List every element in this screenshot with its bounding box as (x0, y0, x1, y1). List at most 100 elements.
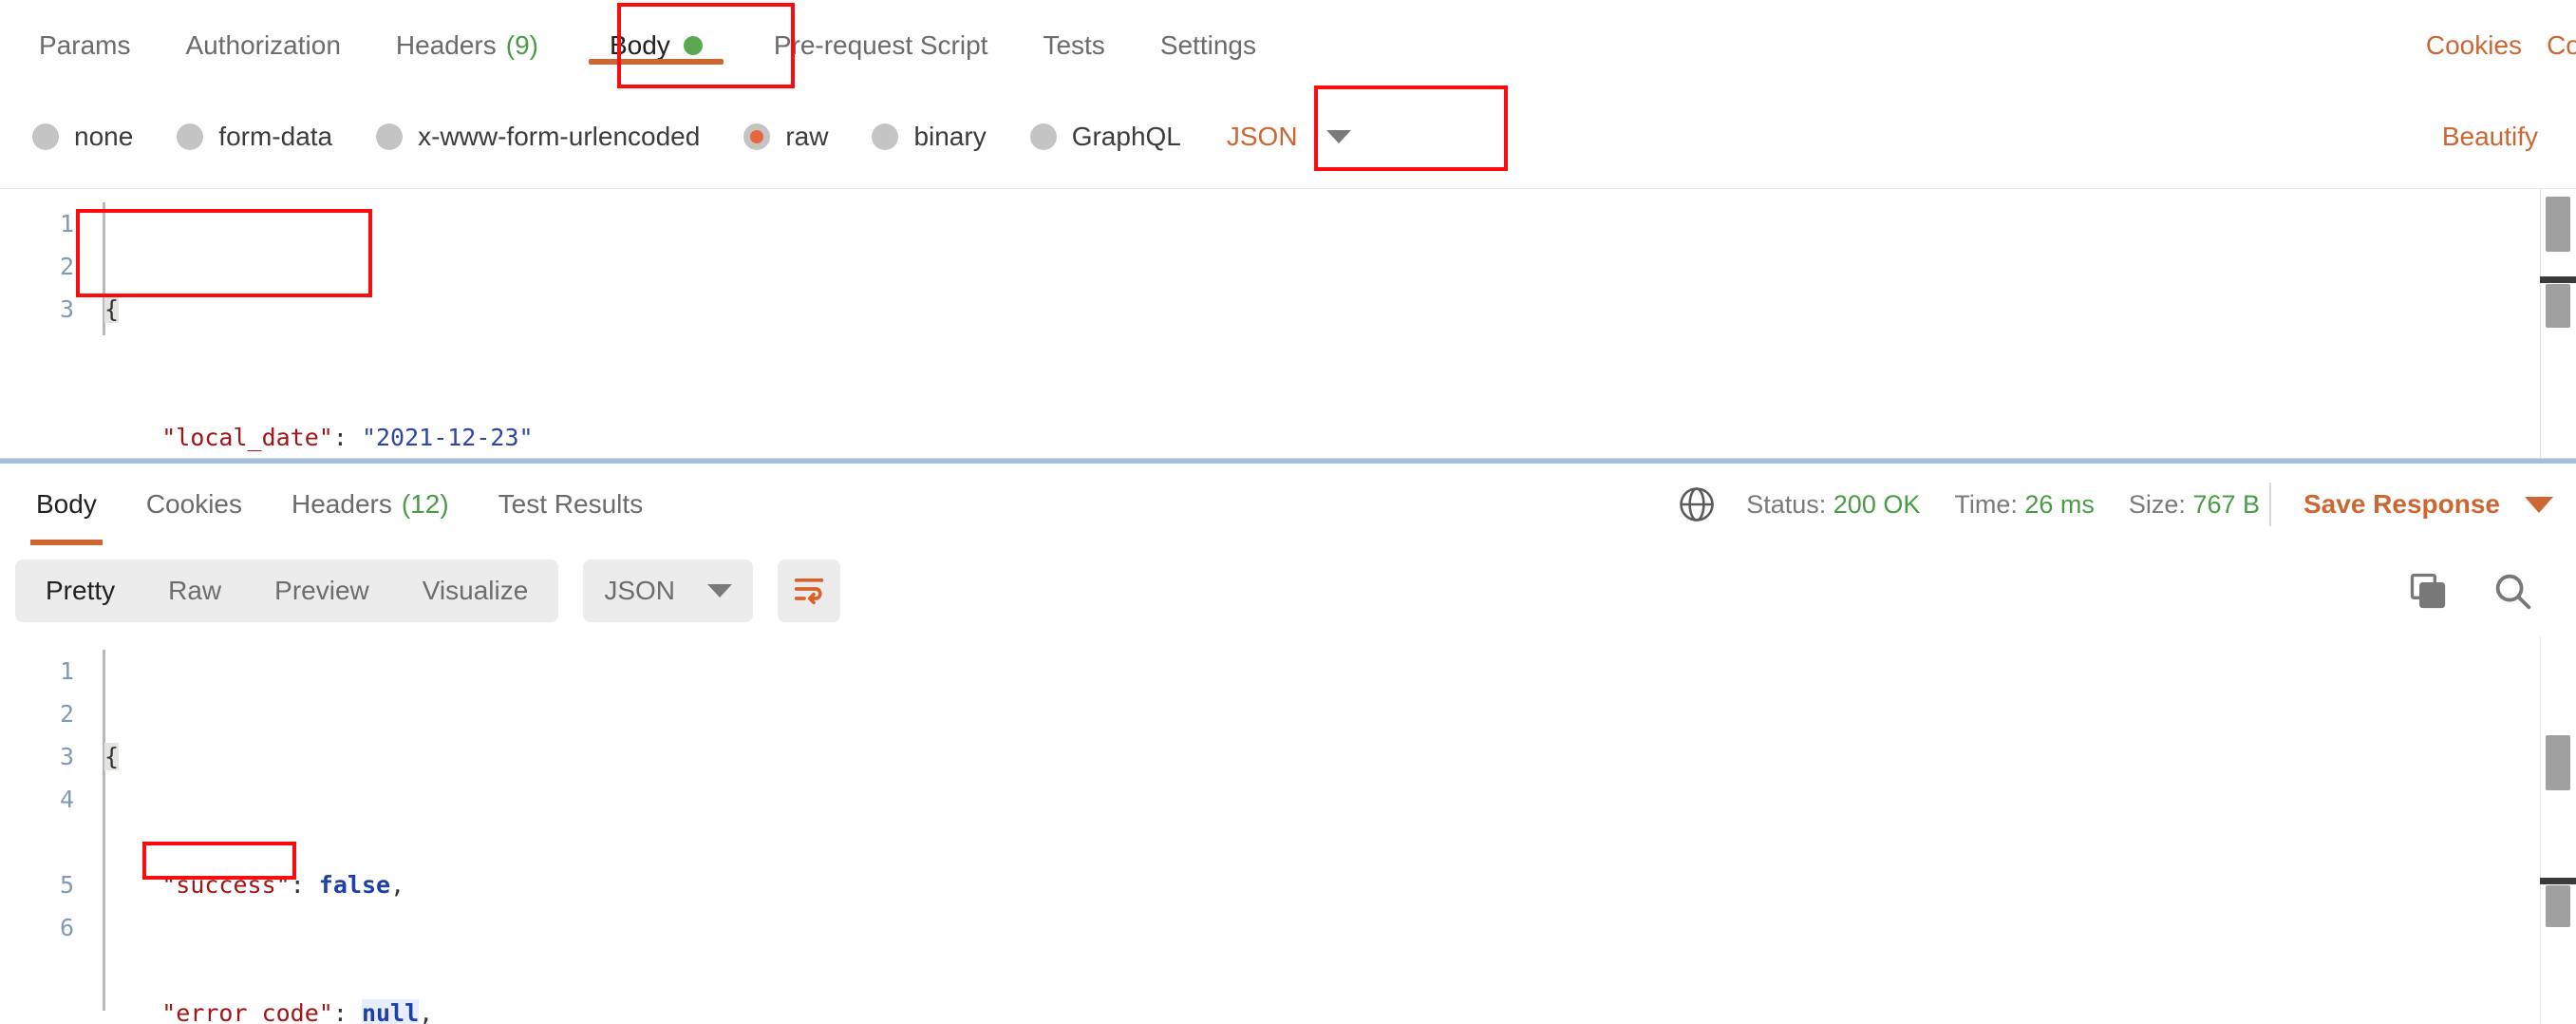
status-label: Status: (1746, 489, 1827, 519)
globe-icon (1676, 484, 1718, 525)
response-json-value-error-code: null (361, 999, 420, 1024)
raw-format-select[interactable]: JSON (1219, 110, 1359, 163)
body-type-form-data[interactable]: form-data (177, 122, 332, 152)
response-body-editor[interactable]: 1 2 3 4 5 6 { "success": false, "error_c… (0, 636, 2576, 1024)
response-view-pretty[interactable]: Pretty (19, 559, 141, 622)
request-tab-body-label: Body (609, 30, 670, 60)
body-type-raw[interactable]: raw (743, 122, 828, 152)
body-type-binary-label: binary (913, 122, 987, 151)
word-wrap-button[interactable] (778, 559, 840, 622)
comma: , (390, 871, 405, 899)
request-tab-settings-label: Settings (1159, 30, 1256, 60)
request-open-brace: { (104, 295, 120, 323)
body-type-graphql-label: GraphQL (1071, 122, 1181, 151)
response-view-toolbar: Pretty Raw Preview Visualize JSON (0, 545, 2576, 636)
response-tab-body[interactable]: Body (11, 464, 122, 545)
response-meta: Status: 200 OK Time: 26 ms Size: 767 B S… (1676, 483, 2576, 526)
request-tab-pre-request-script[interactable]: Pre-request Script (746, 0, 1016, 91)
response-code-line-1: { (104, 735, 2538, 778)
request-scrollbar-thumb-bottom[interactable] (2546, 284, 2570, 328)
request-tab-headers[interactable]: Headers (9) (368, 0, 566, 91)
response-view-visualize-label: Visualize (422, 576, 529, 605)
response-tab-test-results[interactable]: Test Results (474, 464, 668, 545)
body-type-none[interactable]: none (32, 122, 133, 152)
response-json-value-success: false (318, 871, 391, 899)
active-tab-underline (588, 59, 724, 65)
body-type-binary[interactable]: binary (872, 122, 987, 152)
body-type-row: none form-data x-www-form-urlencoded raw… (0, 91, 2576, 182)
response-code-lines[interactable]: { "success": false, "error_code": null, … (104, 650, 2538, 1024)
response-code-line-2: "success": false, (104, 863, 2538, 906)
response-line-numbers: 1 2 3 4 5 6 (0, 650, 74, 949)
time-label: Time: (1954, 489, 2018, 519)
request-tabbar-actions: Cookies Code (2426, 0, 2576, 91)
response-format-value: JSON (604, 576, 675, 605)
response-editor-scrollbar[interactable] (2540, 636, 2576, 1024)
request-tab-params-label: Params (39, 30, 131, 60)
colon: : (332, 999, 362, 1024)
request-tab-tests[interactable]: Tests (1015, 0, 1132, 91)
copy-icon[interactable] (2407, 570, 2449, 612)
radio-icon-binary (872, 123, 899, 150)
chevron-down-icon (1326, 130, 1351, 143)
request-tab-authorization[interactable]: Authorization (158, 0, 367, 91)
radio-icon-raw (743, 123, 771, 150)
line-number-spacer (0, 821, 74, 863)
response-json-key-error-code: "error_code" (161, 999, 333, 1024)
response-code-area: 1 2 3 4 5 6 { "success": false, "error_c… (0, 636, 2576, 1024)
save-response-label: Save Response (2303, 489, 2500, 519)
request-tab-params[interactable]: Params (11, 0, 158, 91)
line-number: 6 (59, 914, 74, 941)
request-editor-scrollbar[interactable] (2540, 189, 2576, 458)
request-scrollbar-thumb-top[interactable] (2546, 197, 2570, 252)
response-scrollbar-thumb-top[interactable] (2546, 735, 2570, 790)
response-tab-headers[interactable]: Headers (12) (267, 464, 474, 545)
size-value: 767 B (2192, 489, 2260, 519)
beautify-button[interactable]: Beautify (2442, 122, 2576, 152)
request-tab-authorization-label: Authorization (185, 30, 341, 60)
response-view-raw-label: Raw (168, 576, 222, 605)
request-body-editor[interactable]: 1 2 3 { "local_date": "2021-12-23" } (0, 188, 2576, 459)
response-code-line-3: "error_code": null, (104, 992, 2538, 1024)
request-tab-tests-label: Tests (1043, 30, 1105, 60)
request-tab-settings[interactable]: Settings (1133, 0, 1284, 91)
code-link[interactable]: Code (2547, 30, 2576, 61)
body-type-x-www-form-urlencoded[interactable]: x-www-form-urlencoded (376, 122, 700, 152)
line-number: 3 (59, 295, 74, 323)
request-tabs: Params Authorization Headers (9) Body Pr… (0, 0, 1284, 91)
body-type-none-label: none (74, 122, 134, 151)
radio-icon-x-www-form-urlencoded (376, 123, 404, 150)
save-response-button[interactable]: Save Response (2303, 489, 2553, 520)
request-code-lines[interactable]: { "local_date": "2021-12-23" } (104, 202, 2519, 458)
response-headers-count: (12) (401, 489, 449, 519)
response-view-preview[interactable]: Preview (248, 559, 396, 622)
size-label: Size: (2128, 489, 2186, 519)
line-number: 1 (59, 657, 74, 685)
response-view-visualize[interactable]: Visualize (396, 559, 555, 622)
time-value: 26 ms (2024, 489, 2095, 519)
response-tab-test-results-label: Test Results (498, 489, 644, 519)
response-view-segmented-control: Pretty Raw Preview Visualize (15, 559, 559, 622)
response-format-select[interactable]: JSON (583, 559, 753, 622)
body-type-form-data-label: form-data (218, 122, 333, 151)
radio-icon-graphql (1029, 123, 1057, 150)
size-label-group: Size: 767 B (2129, 490, 2260, 520)
search-icon[interactable] (2491, 569, 2534, 613)
response-view-raw[interactable]: Raw (141, 559, 248, 622)
body-type-x-www-form-urlencoded-label: x-www-form-urlencoded (418, 122, 701, 151)
body-type-graphql[interactable]: GraphQL (1029, 122, 1181, 152)
response-tab-headers-label: Headers (291, 489, 392, 519)
line-number: 1 (59, 210, 74, 237)
request-tab-body[interactable]: Body (566, 0, 746, 91)
cookies-link[interactable]: Cookies (2426, 30, 2522, 61)
response-scrollbar-thumb-bottom[interactable] (2546, 885, 2570, 927)
line-number: 2 (59, 253, 74, 280)
request-code-line-2: "local_date": "2021-12-23" (104, 416, 2519, 458)
response-view-preview-label: Preview (274, 576, 369, 605)
radio-icon-form-data (177, 123, 204, 150)
request-json-value: "2021-12-23" (361, 424, 534, 451)
request-headers-count: (9) (505, 30, 538, 60)
response-tab-cookies[interactable]: Cookies (122, 464, 267, 545)
response-tab-body-label: Body (36, 489, 97, 519)
